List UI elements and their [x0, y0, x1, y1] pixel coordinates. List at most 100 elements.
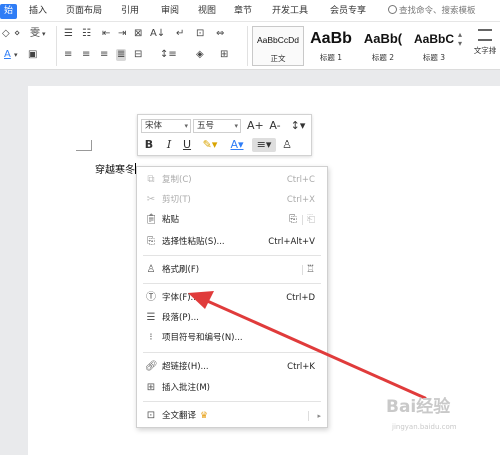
font-size-select[interactable]: 五号 ▾ [193, 119, 241, 133]
sort-icon[interactable]: A↓ [150, 28, 165, 40]
copy-icon: ⧉ [147, 174, 155, 185]
paste-text-only-icon[interactable]: ⎗ [307, 211, 315, 229]
show-marks-icon[interactable]: ↵ [176, 28, 184, 40]
menu-item-copy[interactable]: ⧉ 复制(C) Ctrl+C [137, 171, 327, 189]
align-left-icon[interactable]: ≡ [64, 49, 72, 61]
divider [56, 26, 57, 66]
divider [302, 215, 303, 225]
menu-item-paste[interactable]: 📋︎ 粘贴 ⎘ ⎗ [137, 211, 327, 229]
align-center-icon[interactable]: ≡ [82, 49, 90, 61]
menu-item-shortcut: Ctrl+Alt+V [268, 237, 315, 247]
highlight-icon[interactable]: ✎▾ [198, 138, 222, 152]
menu-item-cut[interactable]: ✂ 剪切(T) Ctrl+X [137, 191, 327, 209]
menu-item-label: 全文翻译 ♛ [162, 407, 208, 425]
tab-developer[interactable]: 开发工具 [272, 4, 308, 19]
align-right-icon[interactable]: ≡ [100, 49, 108, 61]
font-name-value: 宋体 [145, 121, 163, 131]
divider [247, 26, 248, 66]
style-name: 正文 [270, 54, 286, 63]
ribbon: ◇ ⋄ 雯 ▾ A ▾ ▣ ☰ ☷ ⇤ ⇥ ⊠ A↓ ↵ ⊡ ⇔ ≡ ≡ ≡ ≣… [0, 22, 500, 70]
hyperlink-icon: 🔗︎ [145, 361, 158, 372]
menu-item-paragraph[interactable]: ☰ 段落(P)... [137, 309, 327, 327]
font-color-icon[interactable]: A▾ [226, 138, 248, 152]
increase-indent-icon[interactable]: ⇥ [118, 28, 126, 40]
style-name: 标题 3 [422, 53, 446, 62]
outline-icon[interactable]: ⊡ [196, 28, 204, 40]
font-color-icon[interactable]: A [4, 49, 11, 61]
style-heading-1[interactable]: AaBb 标题 1 [306, 26, 356, 66]
font-size-value: 五号 [197, 121, 215, 131]
menu-item-label: 剪切(T) [162, 195, 191, 205]
borders-icon[interactable]: ⊞ [220, 49, 228, 61]
styles-more-icon[interactable]: ▴ ▾ [458, 30, 462, 48]
style-sample: AaBbCcDd [256, 35, 300, 45]
paste-special-icon: ⎘ [147, 236, 155, 247]
clear-format-icon[interactable]: ◇ [2, 28, 10, 40]
search-placeholder: 查找命令、搜索模板 [399, 6, 476, 16]
numbered-list-icon[interactable]: ☷ [82, 28, 91, 40]
tab-member[interactable]: 会员专享 [330, 4, 366, 19]
distribute-icon[interactable]: ⊟ [134, 49, 142, 61]
cut-icon: ✂ [146, 194, 156, 205]
style-heading-2[interactable]: AaBb( 标题 2 [358, 26, 408, 66]
tab-chapter[interactable]: 章节 [234, 4, 252, 19]
chinese-layout-icon[interactable]: ⊠ [134, 28, 142, 40]
align-justify-icon[interactable]: ≣ [116, 49, 127, 61]
font-name-select[interactable]: 宋体 ▾ [141, 119, 191, 133]
tab-references[interactable]: 引用 [121, 4, 139, 19]
text-direction-icon[interactable]: ⇔ [216, 28, 224, 40]
document-text[interactable]: 穿越寒冬 [95, 161, 136, 176]
chevron-right-icon[interactable]: ▸ [317, 407, 321, 425]
menu-item-font[interactable]: Ⓣ 字体(F)... Ctrl+D [137, 289, 327, 307]
format-painter-icon: ♙ [146, 264, 156, 275]
tab-insert[interactable]: 插入 [29, 4, 47, 19]
menu-item-insert-comment[interactable]: ⊞ 插入批注(M) [137, 379, 327, 397]
character-border-icon[interactable]: 雯 [30, 28, 40, 40]
paste-keep-format-icon[interactable]: ⎘ [289, 211, 297, 229]
tab-page-layout[interactable]: 页面布局 [66, 4, 102, 19]
divider [143, 255, 321, 256]
search-icon [388, 5, 397, 14]
shrink-font-button[interactable]: A- [267, 119, 283, 133]
tab-review[interactable]: 审阅 [161, 4, 179, 19]
text-wrap-button[interactable]: 文字排 [470, 26, 500, 66]
text-wrap-label: 文字排 [473, 46, 497, 55]
context-menu: ⧉ 复制(C) Ctrl+C ✂ 剪切(T) Ctrl+X 📋︎ 粘贴 ⎘ ⎗ … [136, 166, 328, 428]
floating-format-toolbar: 宋体 ▾ 五号 ▾ A+ A- ↕▾ B I U ✎▾ A▾ ≡▾ ♙ [137, 114, 312, 156]
pinyin-icon[interactable]: ⋄ [14, 28, 20, 40]
align-icon[interactable]: ≡▾ [252, 138, 276, 152]
style-normal[interactable]: AaBbCcDd 正文 [252, 26, 304, 66]
bold-button[interactable]: B [142, 138, 156, 152]
crown-icon: ♛ [200, 411, 209, 421]
decrease-indent-icon[interactable]: ⇤ [102, 28, 110, 40]
font-icon: Ⓣ [146, 292, 156, 303]
menu-item-bullets-numbering[interactable]: ⁝ 项目符号和编号(N)... [137, 329, 327, 347]
line-spacing-icon[interactable]: ↕≡ [160, 49, 177, 61]
line-spacing-icon[interactable]: ↕▾ [288, 119, 308, 133]
style-name: 标题 1 [319, 53, 343, 62]
quick-format-icon[interactable]: ♖ [306, 261, 315, 279]
chevron-down-icon[interactable]: ▾ [42, 28, 46, 40]
command-search[interactable]: 查找命令、搜索模板 [388, 4, 476, 19]
menu-item-hyperlink[interactable]: 🔗︎ 超链接(H)... Ctrl+K [137, 358, 327, 376]
translate-label: 全文翻译 [162, 411, 197, 421]
italic-button[interactable]: I [162, 138, 176, 152]
tab-view[interactable]: 视图 [198, 4, 216, 19]
char-shading-icon[interactable]: ▣ [28, 49, 37, 61]
menu-item-paste-special[interactable]: ⎘ 选择性粘贴(S)... Ctrl+Alt+V [137, 233, 327, 251]
underline-button[interactable]: U [180, 138, 194, 152]
divider [308, 411, 309, 421]
tab-start[interactable]: 始 [0, 4, 18, 19]
menu-item-label: 段落(P)... [162, 313, 199, 323]
menu-item-format-painter[interactable]: ♙ 格式刷(F) ♖ [137, 261, 327, 279]
style-sample: AaBb [310, 30, 352, 47]
styles-gallery: AaBbCcDd 正文 AaBb 标题 1 AaBb( 标题 2 AaBbC 标… [252, 26, 466, 66]
shading-icon[interactable]: ◈ [196, 49, 204, 61]
menu-item-translate[interactable]: ⊡ 全文翻译 ♛ ▸ [137, 407, 327, 425]
bullet-list-icon[interactable]: ☰ [64, 28, 73, 40]
chevron-down-icon[interactable]: ▾ [14, 49, 18, 61]
grow-font-button[interactable]: A+ [247, 119, 264, 133]
paragraph-icon: ☰ [146, 312, 156, 323]
format-painter-icon[interactable]: ♙ [280, 138, 294, 152]
style-heading-3[interactable]: AaBbC 标题 3 [410, 26, 458, 66]
